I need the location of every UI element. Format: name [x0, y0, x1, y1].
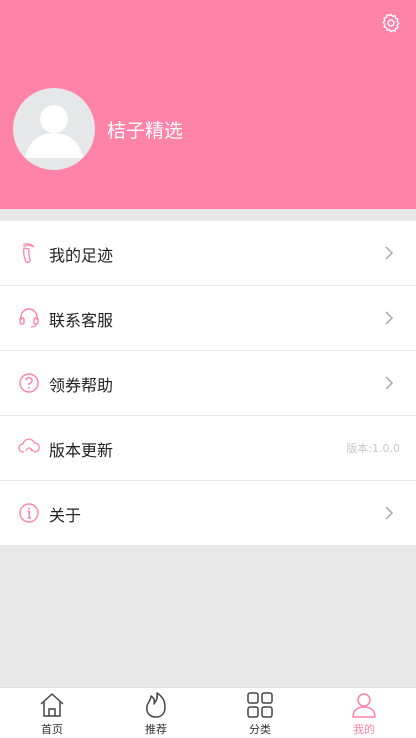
avatar[interactable]: [13, 88, 95, 170]
menu-label: 联系客服: [49, 311, 114, 330]
gear-icon[interactable]: [380, 12, 402, 34]
tab-mine[interactable]: 我的: [312, 688, 416, 738]
home-icon: [40, 693, 64, 717]
menu-item-footprint[interactable]: 我的足迹: [0, 221, 416, 286]
menu-label: 版本更新: [49, 441, 114, 460]
chevron-right-icon: [385, 506, 394, 520]
menu-label: 领券帮助: [49, 376, 114, 395]
tab-label: 分类: [249, 723, 271, 736]
tab-label: 我的: [353, 723, 375, 736]
default-avatar-icon: [25, 105, 83, 158]
username[interactable]: 桔子精选: [107, 116, 183, 143]
info-icon: [19, 503, 39, 523]
tab-home[interactable]: 首页: [0, 688, 104, 738]
tab-label: 首页: [41, 723, 63, 736]
chevron-right-icon: [385, 376, 394, 390]
bottom-tab-bar: 首页 推荐 分类 我的: [0, 687, 416, 738]
menu-item-coupon-help[interactable]: 领券帮助: [0, 351, 416, 416]
chevron-right-icon: [385, 311, 394, 325]
tab-recommend[interactable]: 推荐: [104, 688, 208, 738]
menu-item-about[interactable]: 关于: [0, 481, 416, 545]
chevron-right-icon: [385, 246, 394, 260]
tab-category[interactable]: 分类: [208, 688, 312, 738]
headset-icon: [19, 308, 39, 328]
grid-icon: [247, 692, 273, 718]
tab-label: 推荐: [145, 723, 167, 736]
menu-item-customer-service[interactable]: 联系客服: [0, 286, 416, 351]
profile-menu: 我的足迹 联系客服 领券帮助 版本更新 版本:1.0.0 关于: [0, 221, 416, 545]
version-text: 版本:1.0.0: [346, 442, 400, 455]
cloud-update-icon: [18, 438, 40, 453]
menu-item-version-update[interactable]: 版本更新 版本:1.0.0: [0, 416, 416, 481]
flame-icon: [146, 692, 166, 718]
menu-label: 我的足迹: [49, 246, 114, 265]
profile-header: 桔子精选: [0, 0, 416, 209]
question-icon: [19, 373, 39, 393]
menu-label: 关于: [49, 506, 82, 525]
footprint-icon: [22, 243, 34, 264]
user-icon: [352, 693, 376, 718]
